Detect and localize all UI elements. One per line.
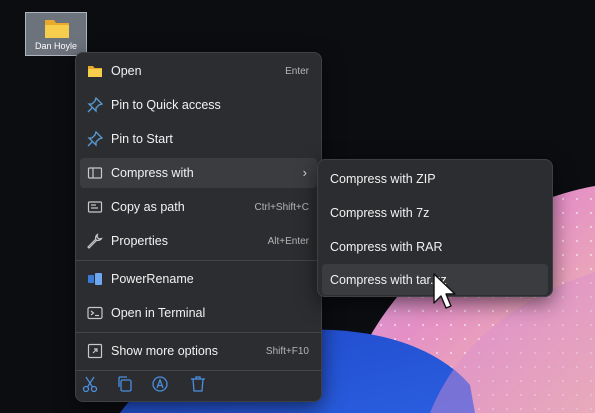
menu-item-label: Pin to Start: [111, 132, 173, 146]
menu-item-label: Copy as path: [111, 200, 185, 214]
menu-item-shortcut: Alt+Enter: [267, 236, 309, 247]
menu-item-pin-start[interactable]: Pin to Start: [80, 124, 317, 154]
menu-item-label: Open: [111, 64, 142, 78]
delete-icon[interactable]: [189, 375, 207, 393]
menu-divider: [76, 260, 321, 261]
submenu-item-7z[interactable]: Compress with 7z: [322, 197, 548, 228]
pin-icon: [87, 97, 103, 113]
mouse-cursor-icon: [433, 273, 456, 309]
copy-icon[interactable]: [116, 375, 134, 393]
chevron-right-icon: ›: [302, 165, 307, 180]
menu-item-label: Properties: [111, 234, 168, 248]
submenu-item-label: Compress with 7z: [330, 206, 430, 220]
menu-divider: [76, 332, 321, 333]
menu-item-label: Compress with: [111, 166, 194, 180]
menu-item-powerrename[interactable]: PowerRename: [80, 264, 317, 294]
desktop-folder-label: Dan Hoyle: [34, 41, 78, 51]
folder-icon: [88, 66, 102, 77]
zip-icon: [87, 167, 103, 179]
menu-item-shortcut: Shift+F10: [265, 346, 309, 357]
rename-icon[interactable]: [151, 375, 169, 393]
menu-item-copy-as-path[interactable]: Copy as path Ctrl+Shift+C: [80, 192, 317, 222]
menu-item-show-more-options[interactable]: Show more options Shift+F10: [80, 336, 317, 366]
submenu-item-label: Compress with tar.gz: [330, 273, 447, 287]
menu-item-label: Open in Terminal: [111, 306, 206, 320]
menu-item-properties[interactable]: Properties Alt+Enter: [80, 226, 317, 256]
terminal-icon: [87, 306, 103, 320]
submenu-item-label: Compress with ZIP: [330, 172, 436, 186]
menu-item-label: PowerRename: [111, 272, 194, 286]
cut-icon[interactable]: [81, 375, 99, 393]
menu-item-open-in-terminal[interactable]: Open in Terminal: [80, 298, 317, 328]
expand-icon: [87, 343, 103, 359]
folder-icon: [45, 20, 69, 38]
powerrename-icon: [88, 273, 102, 285]
context-menu: Open Enter Pin to Quick access Pin to St…: [75, 52, 322, 402]
menu-item-shortcut: Ctrl+Shift+C: [254, 202, 309, 213]
menu-item-open[interactable]: Open Enter: [80, 56, 317, 86]
menu-divider: [76, 370, 321, 371]
copy-path-icon: [87, 201, 103, 213]
wrench-icon: [87, 233, 103, 249]
desktop-folder-icon[interactable]: Dan Hoyle: [25, 12, 87, 56]
submenu-item-zip[interactable]: Compress with ZIP: [322, 163, 548, 194]
submenu-item-label: Compress with RAR: [330, 240, 443, 254]
submenu-item-rar[interactable]: Compress with RAR: [322, 231, 548, 262]
menu-item-label: Pin to Quick access: [111, 98, 221, 112]
menu-item-label: Show more options: [111, 344, 219, 358]
menu-item-compress-with[interactable]: Compress with ›: [80, 158, 317, 188]
pin-icon: [87, 131, 103, 147]
menu-item-pin-quick-access[interactable]: Pin to Quick access: [80, 90, 317, 120]
menu-item-shortcut: Enter: [285, 66, 309, 77]
